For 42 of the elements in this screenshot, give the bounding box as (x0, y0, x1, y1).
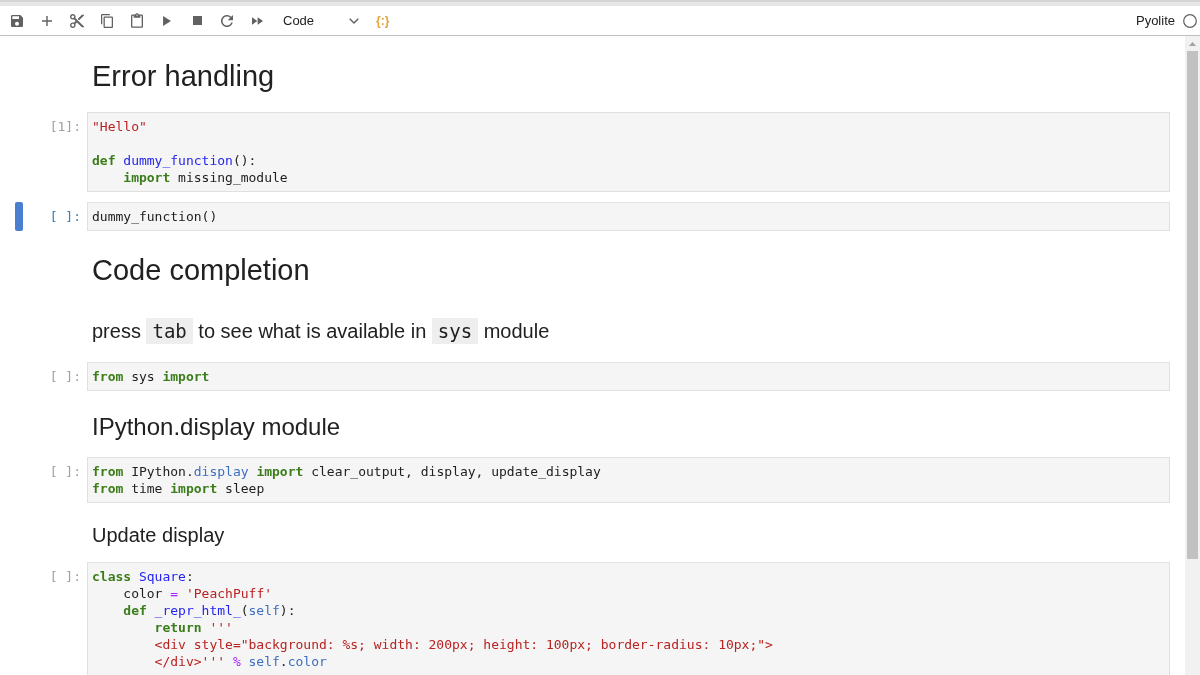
active-cell-marker[interactable] (15, 202, 23, 231)
markdown-heading: Code completion (92, 253, 310, 288)
code-line: import missing_module (122, 169, 288, 186)
code-editor[interactable]: dummy_function() (87, 202, 1170, 231)
clipboard-icon (131, 13, 143, 28)
input-prompt: [ ]: (49, 369, 81, 384)
code-editor[interactable]: class Square: color = 'PeachPuff' def _repr_html_(self): return ''' <div style="background: %s; width: 200px; height: 100px; border-radius: 10px;"> </div>''' % self.color (87, 562, 1170, 675)
code-line: <div style="background: %s; width: 200px; height: 100px; border-radius: 10px;"> (153, 636, 773, 653)
markdown-heading: press tab to see what is available in sys module (92, 318, 550, 344)
code-line: from sys import (92, 368, 210, 385)
code-line: def dummy_function(): (92, 152, 257, 169)
code-line: from time import sleep (92, 480, 265, 497)
caret-icon (349, 17, 359, 24)
refresh-icon (221, 14, 233, 27)
kernel-name-button[interactable]: Pyolite (1135, 13, 1175, 28)
markdown-heading: IPython.display module (92, 412, 341, 441)
markdown-heading: Error handling (92, 59, 275, 94)
input-prompt: [ ]: (49, 569, 81, 584)
code-editor[interactable]: "Hello" def dummy_function(): import missing_module (87, 112, 1170, 192)
scrollbar-track[interactable] (1185, 36, 1200, 675)
code-line: class Square: (92, 568, 194, 585)
code-line: def _repr_html_(self): (122, 602, 296, 619)
scissors-icon (70, 13, 84, 28)
code-editor[interactable]: from IPython.display import clear_output, display, update_display from time import sleep (87, 457, 1170, 503)
input-prompt: [ ]: (49, 464, 81, 479)
code-line: color = 'PeachPuff' (122, 585, 273, 602)
input-prompt: [ ]: (49, 209, 81, 224)
input-prompt: [1]: (49, 119, 81, 134)
markdown-heading: Update display (92, 523, 225, 547)
code-line: </div>''' % self.color (153, 653, 327, 670)
play-icon (163, 15, 171, 26)
copy-icon (101, 13, 113, 28)
plus-icon (42, 15, 52, 26)
code-line: dummy_function() (92, 208, 218, 225)
code-line: "Hello" (92, 118, 147, 135)
stop-icon (192, 16, 202, 25)
scrollbar-thumb[interactable] (1187, 51, 1198, 559)
code-line: from IPython.display import clear_output, display, update_display (92, 463, 601, 480)
code-editor[interactable]: from sys import (87, 362, 1170, 391)
fast-forward-icon (251, 16, 263, 25)
code-line: return ''' (153, 619, 233, 636)
cell-type-dropdown[interactable]: Code (275, 8, 364, 33)
